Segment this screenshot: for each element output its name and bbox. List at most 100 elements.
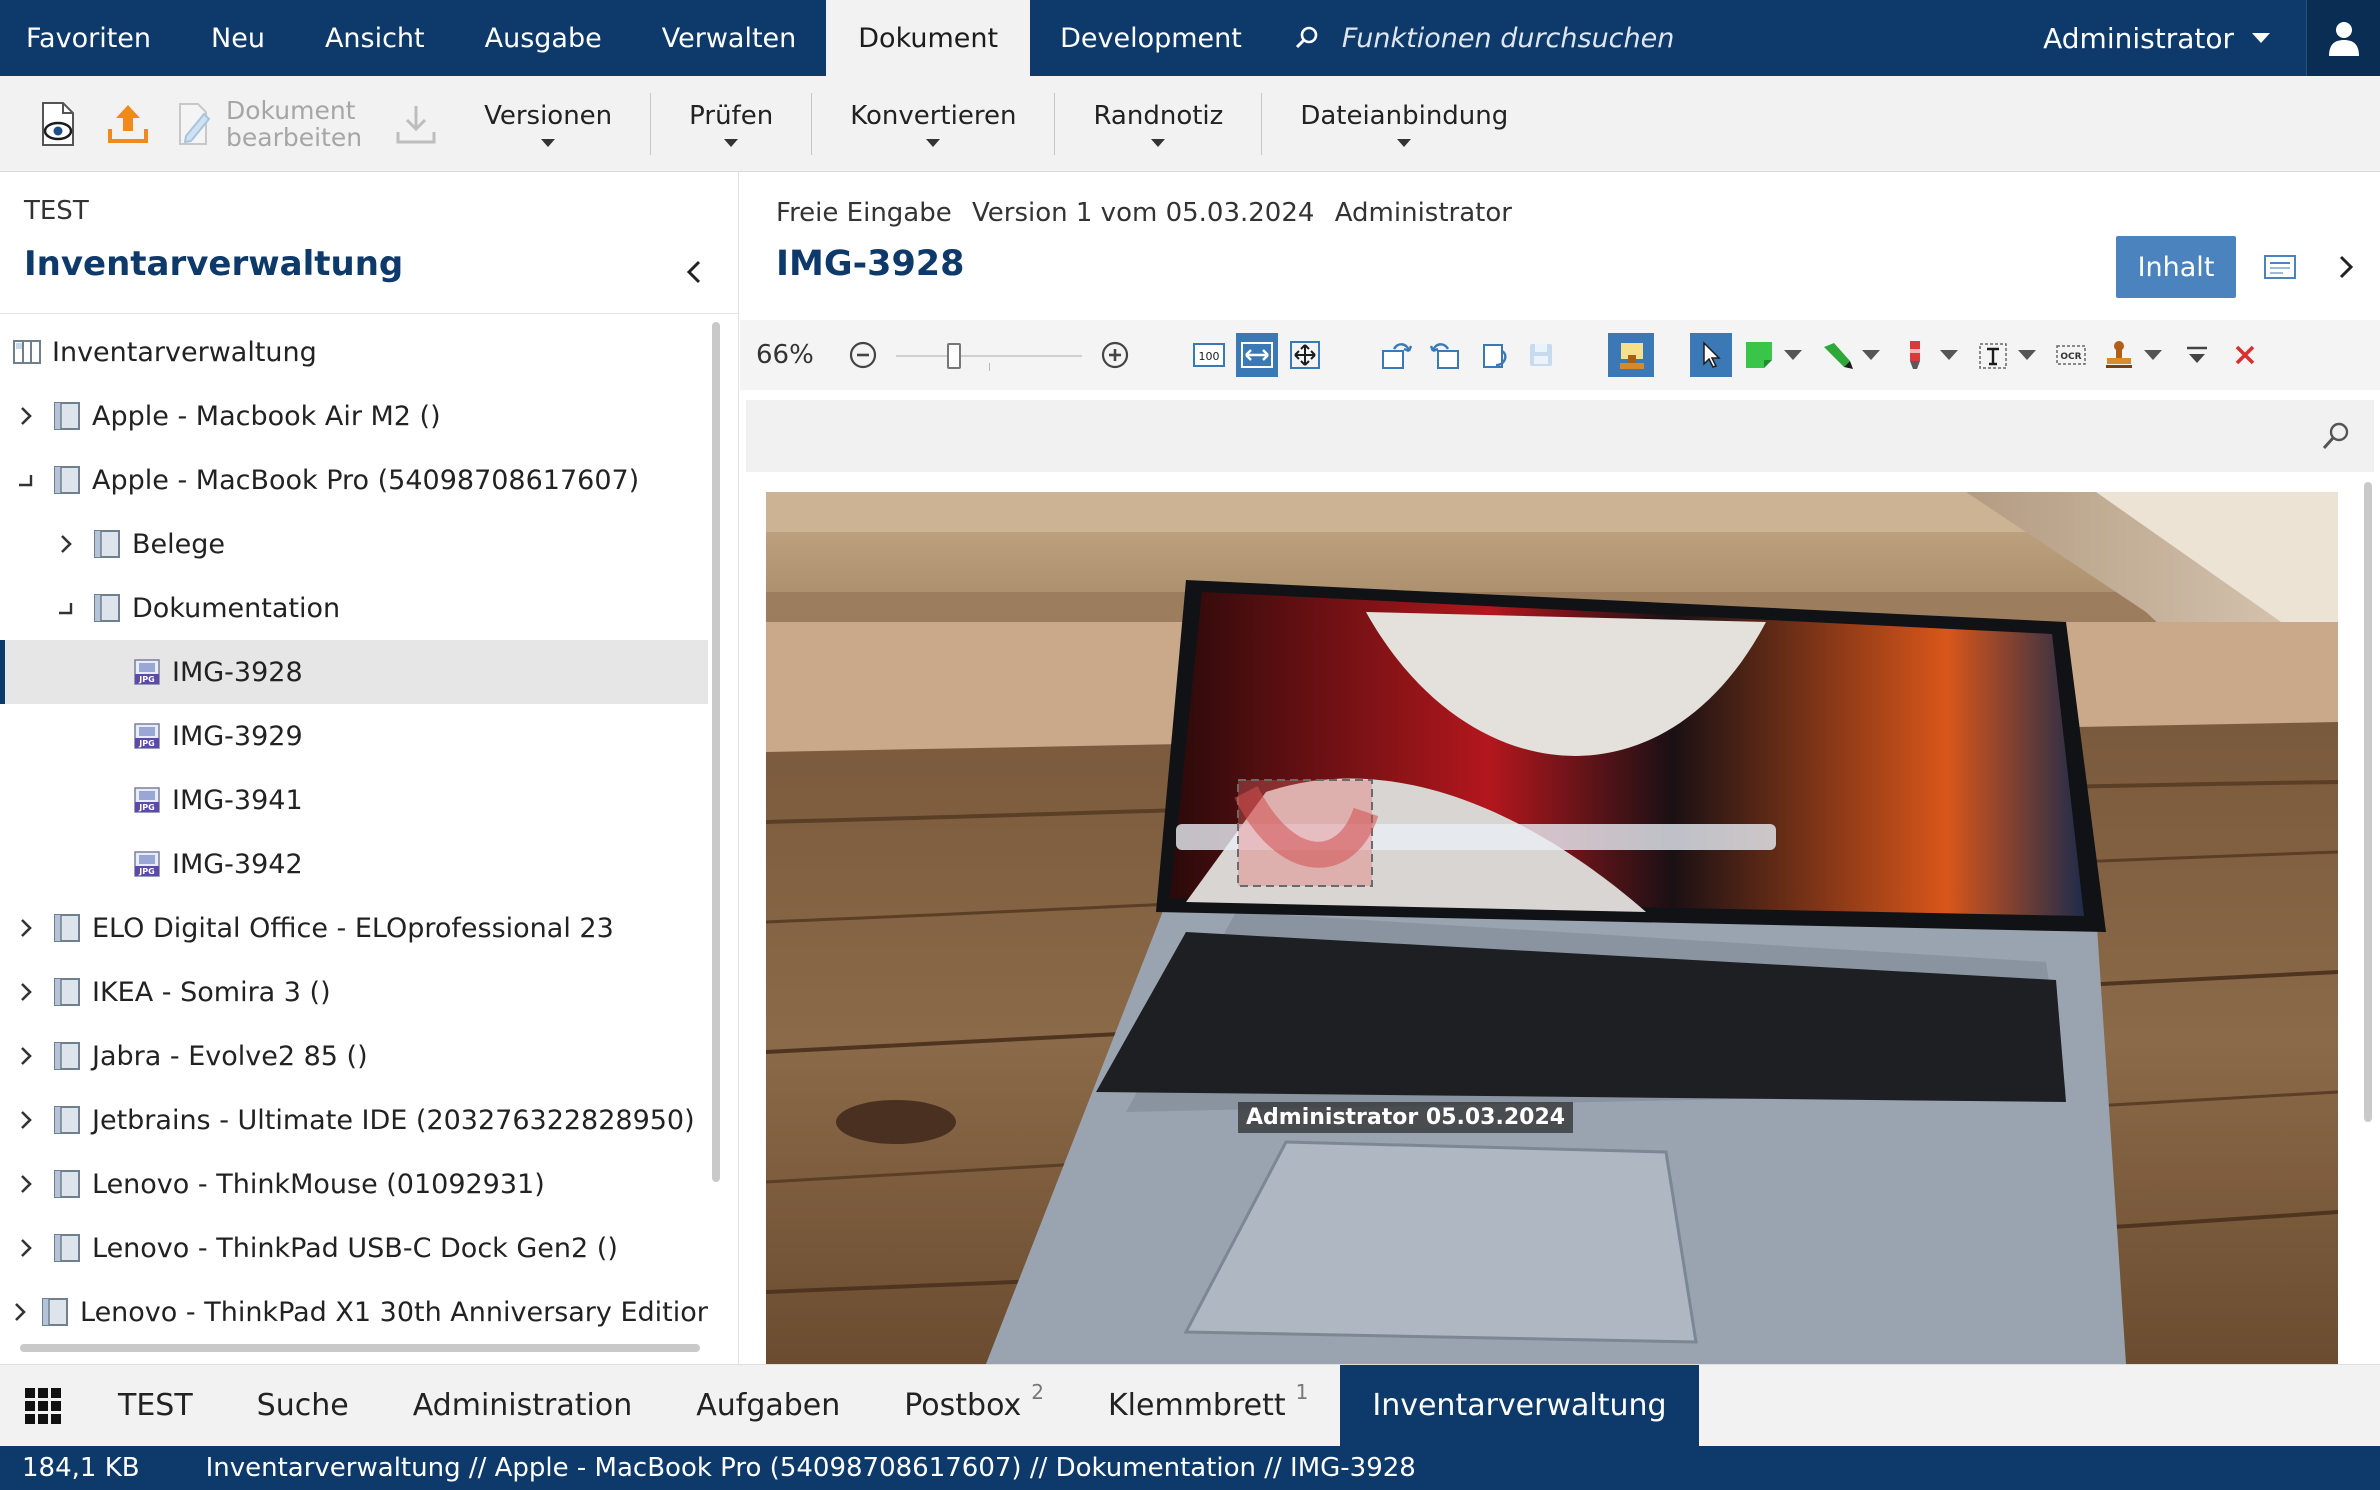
tree-item[interactable]: Dokumentation <box>0 576 708 640</box>
ribbon-margin-note-dropdown[interactable]: Randnotiz <box>1055 101 1261 147</box>
edit-document-label-2: bearbeiten <box>226 122 363 152</box>
tree-item[interactable]: Jetbrains - Ultimate IDE (20327632282895… <box>0 1088 708 1152</box>
function-search[interactable]: Funktionen durchsuchen <box>1294 0 1674 76</box>
menu-dokument[interactable]: Dokument <box>826 0 1031 76</box>
tree-item[interactable]: Inventarverwaltung <box>0 320 708 384</box>
tree-item[interactable]: Belege <box>0 512 708 576</box>
tree-vertical-scrollbar[interactable] <box>712 322 720 1182</box>
tree-item[interactable]: IKEA - Somira 3 () <box>0 960 708 1024</box>
menu-favoriten[interactable]: Favoriten <box>0 0 181 76</box>
chevron-right-icon[interactable] <box>12 1234 40 1262</box>
tab-search[interactable]: Suche <box>225 1365 381 1446</box>
collapse-arrow-icon[interactable] <box>52 594 80 622</box>
actual-size-button[interactable]: 100 <box>1188 333 1230 377</box>
svg-text:OCR: OCR <box>2060 352 2081 362</box>
apps-grid-button[interactable] <box>0 1365 86 1446</box>
tree-item-label: IMG-3941 <box>172 784 303 816</box>
tree-item[interactable]: JPG IMG-3941 <box>0 768 708 832</box>
tree-item[interactable]: Lenovo - ThinkMouse (01092931) <box>0 1152 708 1216</box>
zoom-slider[interactable] <box>895 333 1082 377</box>
zoom-in-button[interactable] <box>1094 333 1136 377</box>
save-button[interactable] <box>1520 333 1562 377</box>
tree-item[interactable]: Lenovo - ThinkPad USB-C Dock Gen2 () <box>0 1216 708 1280</box>
chevron-right-icon[interactable] <box>12 1106 40 1134</box>
fit-page-button[interactable] <box>1284 333 1326 377</box>
highlighter-tool-button[interactable] <box>1816 333 1858 377</box>
ribbon-check-dropdown[interactable]: Prüfen <box>651 101 811 147</box>
download-button[interactable] <box>392 96 440 152</box>
marker-tool-dropdown[interactable] <box>1936 333 1962 377</box>
tab-administration[interactable]: Administration <box>381 1365 665 1446</box>
rotate-page-button[interactable] <box>1472 333 1514 377</box>
collapse-panel-button[interactable] <box>680 252 708 292</box>
menu-verwalten[interactable]: Verwalten <box>632 0 827 76</box>
tree-item[interactable]: Apple - MacBook Pro (54098708617607) <box>0 448 708 512</box>
stamp-annotation-label[interactable]: Administrator 05.03.2024 <box>1238 1102 1574 1133</box>
svg-text:JPG: JPG <box>138 867 154 876</box>
chevron-right-icon[interactable] <box>12 978 40 1006</box>
collapse-arrow-icon[interactable] <box>12 466 40 494</box>
marker-tool-button[interactable] <box>1894 333 1936 377</box>
filter-annotations-button[interactable] <box>2176 333 2218 377</box>
search-icon[interactable] <box>2320 420 2352 452</box>
ribbon-versions-dropdown[interactable]: Versionen <box>446 101 650 147</box>
ribbon-convert-dropdown[interactable]: Konvertieren <box>812 101 1054 147</box>
zoom-out-button[interactable] <box>842 333 884 377</box>
text-tool-dropdown[interactable] <box>2014 333 2040 377</box>
tree-item[interactable]: Lenovo - ThinkPad X1 30th Anniversary Ed… <box>0 1280 708 1340</box>
ocr-tool-button[interactable]: OCR <box>2050 333 2092 377</box>
zoom-slider-handle[interactable] <box>947 343 962 369</box>
tree-horizontal-scrollbar[interactable] <box>20 1344 700 1352</box>
tree-item-label: IMG-3929 <box>172 720 303 752</box>
chevron-right-icon[interactable] <box>12 402 40 430</box>
tab-test[interactable]: TEST <box>86 1365 225 1446</box>
rotate-right-button[interactable] <box>1424 333 1466 377</box>
next-panel-button[interactable] <box>2326 250 2366 284</box>
user-menu[interactable]: Administrator <box>2007 0 2306 76</box>
note-tool-dropdown[interactable] <box>1780 333 1806 377</box>
edit-document-button[interactable]: Dokument bearbeiten <box>174 97 362 151</box>
chevron-right-icon[interactable] <box>12 914 40 942</box>
highlighter-tool-dropdown[interactable] <box>1858 333 1884 377</box>
chevron-right-icon[interactable] <box>12 1042 40 1070</box>
document-image-viewer[interactable] <box>766 492 2338 1364</box>
menu-development[interactable]: Development <box>1030 0 1272 76</box>
content-tab-button[interactable]: Inhalt <box>2116 236 2236 298</box>
chevron-right-icon[interactable] <box>12 1298 28 1326</box>
menu-ausgabe[interactable]: Ausgabe <box>455 0 632 76</box>
tab-postbox[interactable]: Postbox 2 <box>872 1365 1076 1446</box>
select-tool-button[interactable] <box>1689 333 1732 377</box>
tree-item[interactable]: JPG IMG-3928 <box>0 640 708 704</box>
tree-item[interactable]: Jabra - Evolve2 85 () <box>0 1024 708 1088</box>
annotations-toggle-button[interactable] <box>1607 333 1654 377</box>
tree-item[interactable]: ELO Digital Office - ELOprofessional 23 <box>0 896 708 960</box>
tab-inventory-label: Inventarverwaltung <box>1372 1388 1667 1423</box>
menu-neu[interactable]: Neu <box>181 0 295 76</box>
stamp-tool-dropdown[interactable] <box>2140 333 2166 377</box>
rotate-left-button[interactable] <box>1376 333 1418 377</box>
metadata-view-button[interactable] <box>2260 250 2300 284</box>
avatar[interactable] <box>2306 0 2380 76</box>
menu-ansicht[interactable]: Ansicht <box>295 0 455 76</box>
fit-width-icon <box>1240 342 1273 368</box>
tree-item[interactable]: Apple - Macbook Air M2 () <box>0 384 708 448</box>
upload-button[interactable] <box>104 96 152 152</box>
note-tool-button[interactable] <box>1738 333 1780 377</box>
tab-inventory[interactable]: Inventarverwaltung <box>1340 1365 1699 1446</box>
fit-width-button[interactable] <box>1235 333 1278 377</box>
viewer-vertical-scrollbar[interactable] <box>2364 482 2372 1122</box>
text-tool-button[interactable] <box>1972 333 2014 377</box>
stamp-tool-button[interactable] <box>2098 333 2140 377</box>
ribbon-file-link-dropdown[interactable]: Dateianbindung <box>1262 101 1546 147</box>
file-size: 184,1 KB <box>22 1453 140 1483</box>
view-document-button[interactable] <box>34 96 82 152</box>
tree-item[interactable]: JPG IMG-3929 <box>0 704 708 768</box>
chevron-right-icon[interactable] <box>52 530 80 558</box>
tab-clipboard[interactable]: Klemmbrett 1 <box>1076 1365 1340 1446</box>
tree-item[interactable]: JPG IMG-3942 <box>0 832 708 896</box>
delete-annotation-button[interactable] <box>2224 333 2266 377</box>
chevron-right-icon[interactable] <box>12 1170 40 1198</box>
tab-tasks[interactable]: Aufgaben <box>664 1365 872 1446</box>
folder-icon <box>52 400 82 432</box>
cursor-icon <box>1703 341 1721 368</box>
